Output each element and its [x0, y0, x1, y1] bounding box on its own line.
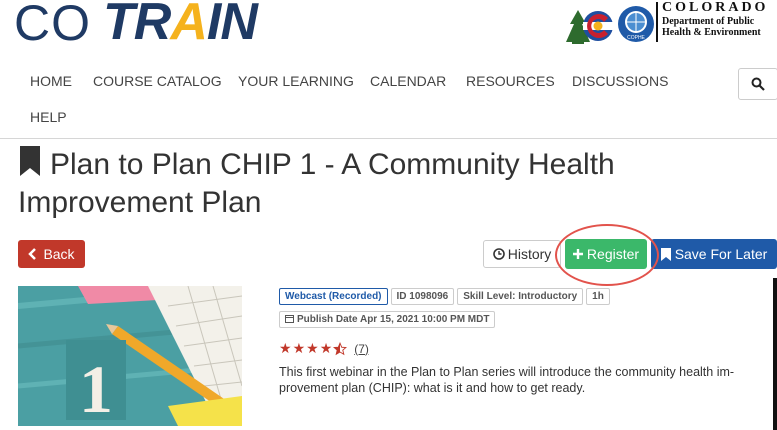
nav-item-help[interactable]: HELP — [30, 109, 67, 125]
star-icon: ★ — [306, 340, 319, 356]
publish-date-badge: Publish Date Apr 15, 2021 10:00 PM MDT — [279, 311, 496, 328]
cdphe-logo-text: COLORADO Department of Public Health & E… — [662, 0, 777, 38]
department-line-2: Health & Environment — [662, 27, 761, 38]
search-icon — [751, 77, 765, 91]
bookmark-icon — [660, 247, 671, 261]
skill-level-badge: Skill Level: Introductory — [457, 288, 584, 305]
star-icon: ★ — [292, 340, 306, 356]
course-id-badge: ID 1098096 — [390, 288, 455, 305]
format-badge: Webcast (Recorded) — [279, 288, 388, 305]
nav-item-resources[interactable]: RESOURCES — [466, 73, 555, 89]
nav-item-discussions[interactable]: DISCUSSIONS — [572, 73, 668, 89]
colorado-emblems-icon: COPHE — [566, 6, 654, 44]
register-button[interactable]: Register — [565, 239, 647, 269]
nav-item-your-learning[interactable]: YOUR LEARNING — [238, 73, 354, 89]
rating-count-link[interactable]: (7) — [354, 342, 369, 356]
course-rating: ★ ★ ★ ★ (7) — [279, 340, 369, 357]
chevron-left-icon — [28, 248, 37, 260]
page-title: Plan to Plan CHIP 1 - A Community Health… — [18, 148, 615, 219]
course-thumbnail[interactable]: 1 — [18, 286, 242, 426]
clock-icon — [492, 248, 505, 260]
site-header: CO TRAIN COPHE COLORADO Department of Pu… — [0, 0, 777, 52]
main-nav: HOME COURSE CATALOG YOUR LEARNING CALEND… — [0, 58, 777, 139]
cotrain-logo-co[interactable]: CO — [14, 0, 91, 52]
svg-text:1: 1 — [79, 351, 113, 426]
save-for-later-button[interactable]: Save For Later — [651, 239, 777, 269]
course-description: This first webinar in the Plan to Plan s… — [279, 365, 735, 395]
svg-text:COPHE: COPHE — [627, 35, 645, 41]
department-line-1: Department of Public — [662, 16, 755, 27]
course-title-block: Plan to Plan CHIP 1 - A Community Health… — [18, 146, 758, 222]
register-button-label: Register — [586, 246, 640, 262]
star-half-icon — [333, 341, 348, 355]
back-button-label: Back — [43, 246, 75, 262]
cotrain-logo-train[interactable]: TRAIN — [103, 0, 258, 52]
plus-icon — [572, 249, 583, 259]
star-icon: ★ — [279, 340, 292, 356]
save-button-label: Save For Later — [674, 246, 768, 262]
calendar-icon — [285, 315, 294, 323]
duration-badge: 1h — [586, 288, 610, 305]
page-edge-border — [773, 278, 777, 430]
publish-date-text: Publish Date Apr 15, 2021 10:00 PM MDT — [297, 314, 490, 325]
course-meta-tags: Webcast (Recorded) ID 1098096 Skill Level:… — [279, 286, 759, 332]
bookmark-icon[interactable] — [18, 146, 42, 176]
nav-item-home[interactable]: HOME — [30, 73, 72, 89]
logo-divider — [656, 2, 658, 42]
history-button[interactable]: History — [483, 240, 561, 268]
state-name: COLORADO — [662, 0, 769, 15]
search-button[interactable] — [738, 68, 777, 100]
nav-item-course-catalog[interactable]: COURSE CATALOG — [93, 73, 222, 89]
calendar-photo-image: 1 — [18, 286, 242, 426]
back-button[interactable]: Back — [18, 240, 85, 268]
history-button-label: History — [507, 246, 552, 262]
star-icon: ★ — [319, 340, 333, 356]
nav-item-calendar[interactable]: CALENDAR — [370, 73, 446, 89]
